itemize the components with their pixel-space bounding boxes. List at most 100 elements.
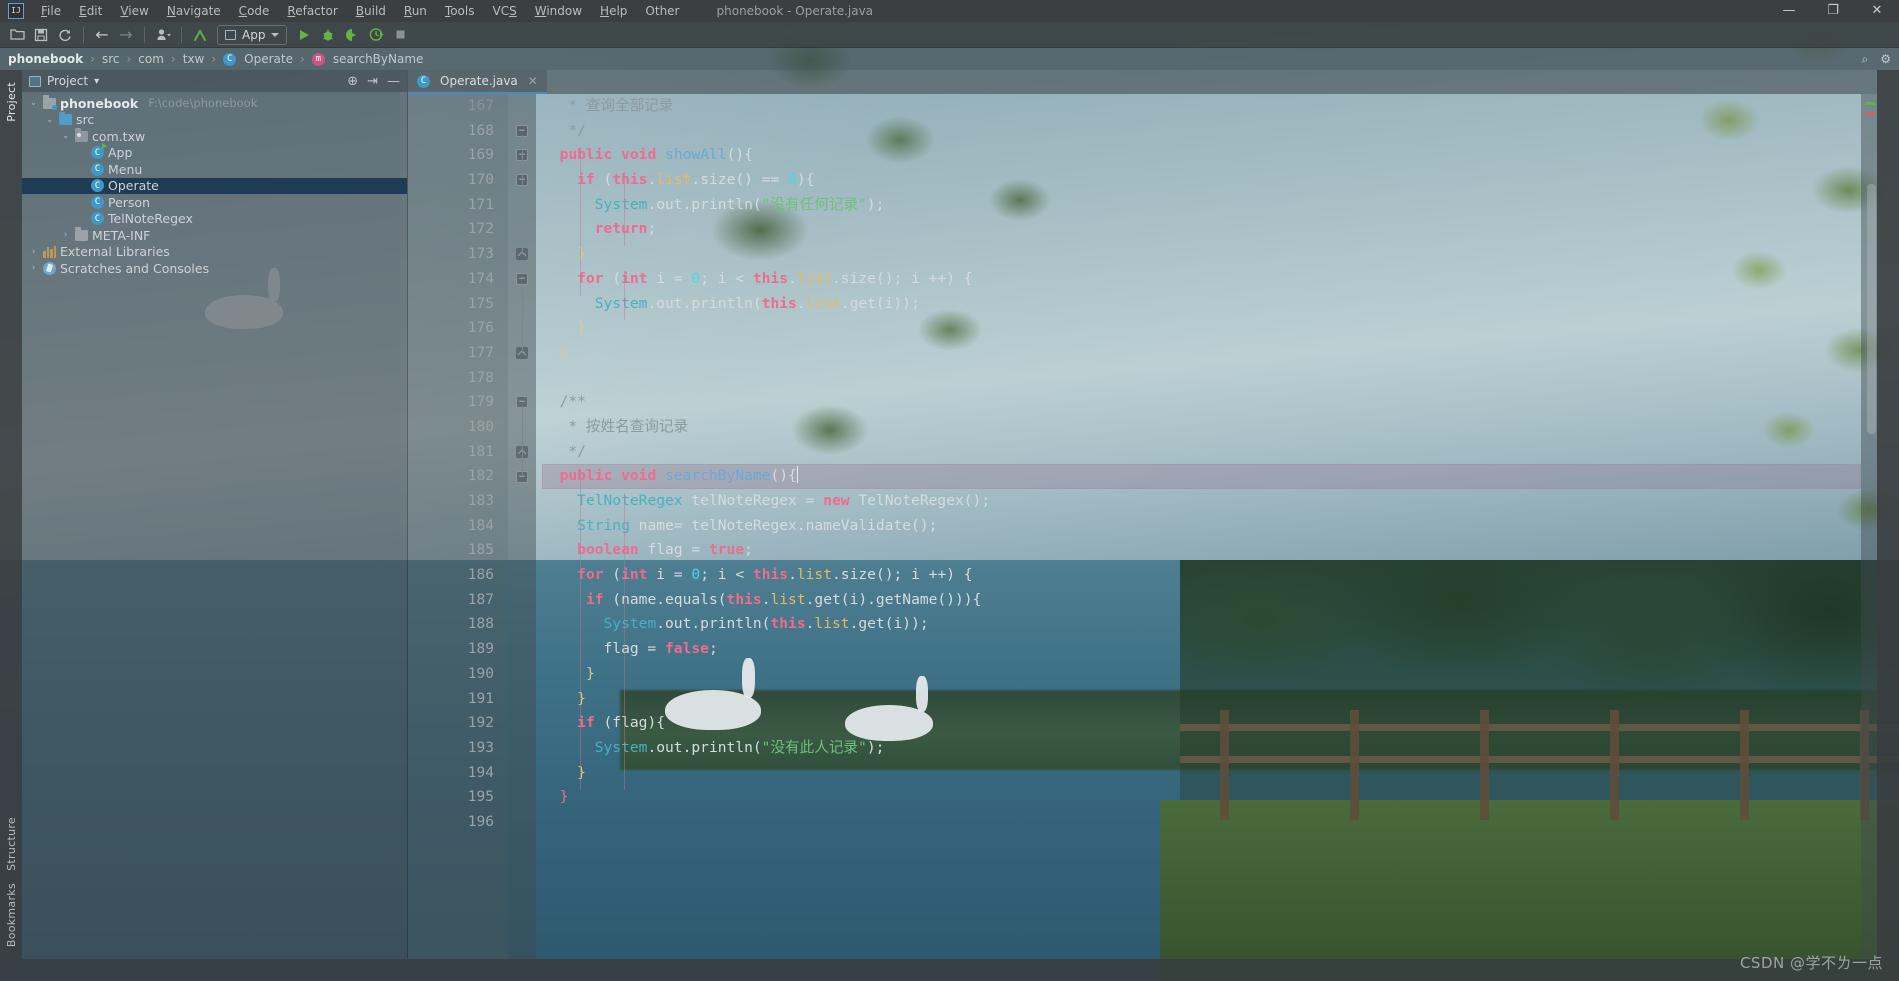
- menu-window[interactable]: Window: [526, 1, 591, 21]
- error-stripe-mark[interactable]: [1865, 102, 1875, 105]
- sidebar-tab-maven[interactable]: [1886, 76, 1890, 88]
- menu-build[interactable]: Build: [347, 1, 395, 21]
- tree-node-phonebook[interactable]: ⌄ phonebook F:\code\phonebook: [22, 95, 407, 112]
- tree-node-src[interactable]: ⌄ src: [22, 111, 407, 129]
- code-line[interactable]: System.out.println(this.list.get(i));: [542, 292, 1861, 317]
- code-line[interactable]: * 查询全部记录: [542, 94, 1861, 119]
- close-button[interactable]: ✕: [1855, 0, 1899, 22]
- menu-tools[interactable]: Tools: [436, 1, 484, 21]
- tree-node-com-txw[interactable]: ⌄ com.txw: [22, 128, 407, 145]
- menu-vcs[interactable]: VCS: [484, 1, 526, 21]
- tree-node-menu[interactable]: ›CMenu: [22, 161, 407, 178]
- profiler-icon[interactable]: [365, 24, 387, 46]
- code-line[interactable]: * 按姓名查询记录: [542, 415, 1861, 440]
- tab-operate-java[interactable]: C Operate.java ✕: [408, 70, 547, 94]
- code-line[interactable]: return;: [542, 217, 1861, 242]
- chevron-down-icon[interactable]: ⌄: [28, 98, 39, 108]
- code-line[interactable]: }: [542, 785, 1861, 810]
- sidebar-tab-structure[interactable]: Structure: [3, 811, 20, 877]
- menu-help[interactable]: Help: [591, 1, 636, 21]
- code-line[interactable]: System.out.println(this.list.get(i));: [542, 612, 1861, 637]
- code-line[interactable]: }: [542, 242, 1861, 267]
- code-line[interactable]: [542, 810, 1861, 835]
- chevron-down-icon[interactable]: ⌄: [44, 115, 55, 125]
- code-line[interactable]: }: [542, 761, 1861, 786]
- code-line[interactable]: System.out.println("没有任何记录");: [542, 193, 1861, 218]
- breadcrumb-item-com[interactable]: com: [138, 52, 164, 66]
- code-line[interactable]: */: [542, 119, 1861, 144]
- code-line[interactable]: TelNoteRegex telNoteRegex = new TelNoteR…: [542, 489, 1861, 514]
- code-line[interactable]: /**: [542, 390, 1861, 415]
- code-line[interactable]: String name= telNoteRegex.nameValidate()…: [542, 514, 1861, 539]
- menu-code[interactable]: Code: [230, 1, 279, 21]
- code-editor[interactable]: 167 168 169 170 171 172 173 174 175 176 177 178 179 1…: [408, 94, 1877, 959]
- code-line[interactable]: if (this.list.size() == 0){: [542, 168, 1861, 193]
- close-tab-icon[interactable]: ✕: [528, 74, 538, 88]
- gear-icon[interactable]: ⚙: [1880, 52, 1891, 67]
- tree-node-scratches-and-consoles[interactable]: › Scratches and Consoles: [22, 260, 407, 277]
- code-folding-gutter[interactable]: −−−−−−: [508, 94, 536, 959]
- code-line[interactable]: if (flag){: [542, 711, 1861, 736]
- chevron-right-icon[interactable]: ›: [28, 247, 39, 257]
- save-icon[interactable]: [30, 24, 52, 46]
- profile-user-icon[interactable]: [152, 24, 174, 46]
- chevron-down-icon[interactable]: ▾: [94, 76, 99, 87]
- menu-other[interactable]: Other: [636, 1, 688, 21]
- editor-scrollbar-track[interactable]: [1861, 94, 1877, 959]
- code-line[interactable]: for (int i = 0; i < this.list.size(); i …: [542, 563, 1861, 588]
- stop-icon[interactable]: [389, 24, 411, 46]
- sync-icon[interactable]: [54, 24, 76, 46]
- menu-view[interactable]: View: [111, 1, 157, 21]
- chevron-right-icon[interactable]: ›: [60, 230, 71, 240]
- menu-refactor[interactable]: Refactor: [278, 1, 346, 21]
- tree-node-operate[interactable]: ›COperate: [22, 177, 407, 194]
- search-icon[interactable]: ⌕: [1862, 52, 1869, 67]
- hide-panel-icon[interactable]: —: [387, 74, 400, 89]
- error-stripe-mark[interactable]: [1865, 112, 1875, 115]
- breadcrumb-item-operate[interactable]: Operate: [244, 52, 293, 66]
- menu-navigate[interactable]: Navigate: [158, 1, 230, 21]
- open-folder-icon[interactable]: [6, 24, 28, 46]
- tree-node-person[interactable]: ›CPerson: [22, 194, 407, 211]
- maximize-button[interactable]: ❐: [1811, 0, 1855, 22]
- code-line[interactable]: flag = false;: [542, 637, 1861, 662]
- tree-node-app[interactable]: ›CApp: [22, 143, 407, 162]
- code-line[interactable]: }: [542, 316, 1861, 341]
- source-code-text[interactable]: * 查询全部记录 */ public void showAll(){ if (t…: [536, 94, 1861, 959]
- back-arrow-icon[interactable]: ←: [91, 24, 113, 46]
- sidebar-tab-project[interactable]: Project: [3, 76, 20, 128]
- code-line[interactable]: [542, 366, 1861, 391]
- breadcrumb-item-txw[interactable]: txw: [183, 52, 205, 66]
- menu-edit[interactable]: Edit: [70, 1, 111, 21]
- code-line[interactable]: */: [542, 440, 1861, 465]
- code-line[interactable]: }: [542, 341, 1861, 366]
- run-configuration-selector[interactable]: App: [217, 24, 288, 45]
- menu-file[interactable]: File: [32, 1, 70, 21]
- code-line[interactable]: System.out.println("没有此人记录");: [542, 736, 1861, 761]
- sidebar-tab-bookmarks[interactable]: Bookmarks: [3, 877, 20, 953]
- forward-arrow-icon[interactable]: →: [115, 24, 137, 46]
- code-line[interactable]: public void showAll(){: [542, 143, 1861, 168]
- collapse-all-icon[interactable]: ⇥: [367, 74, 378, 89]
- run-icon[interactable]: [293, 24, 315, 46]
- code-line[interactable]: }: [542, 687, 1861, 712]
- code-line[interactable]: boolean flag = true;: [542, 538, 1861, 563]
- minimize-button[interactable]: —: [1767, 0, 1811, 22]
- locate-file-icon[interactable]: ⊕: [347, 74, 358, 89]
- chevron-right-icon[interactable]: ›: [28, 263, 39, 273]
- code-line[interactable]: if (name.equals(this.list.get(i).getName…: [542, 588, 1861, 613]
- update-project-icon[interactable]: [189, 24, 211, 46]
- code-line-current[interactable]: public void searchByName(){: [542, 464, 1861, 489]
- code-line[interactable]: }: [542, 662, 1861, 687]
- menu-run[interactable]: Run: [395, 1, 436, 21]
- tree-node-external-libraries[interactable]: › External Libraries: [22, 244, 407, 261]
- tree-node-meta-inf[interactable]: › META-INF: [22, 227, 407, 244]
- run-with-coverage-icon[interactable]: [341, 24, 363, 46]
- tree-node-telnoteregex[interactable]: ›CTelNoteRegex: [22, 211, 407, 228]
- code-line[interactable]: for (int i = 0; i < this.list.size(); i …: [542, 267, 1861, 292]
- debug-icon[interactable]: [317, 24, 339, 46]
- breadcrumb-item-searchbyname[interactable]: searchByName: [333, 52, 424, 66]
- chevron-down-icon[interactable]: ⌄: [60, 131, 71, 141]
- breadcrumb-item-src[interactable]: src: [102, 52, 120, 66]
- editor-scrollbar-thumb[interactable]: [1867, 184, 1876, 434]
